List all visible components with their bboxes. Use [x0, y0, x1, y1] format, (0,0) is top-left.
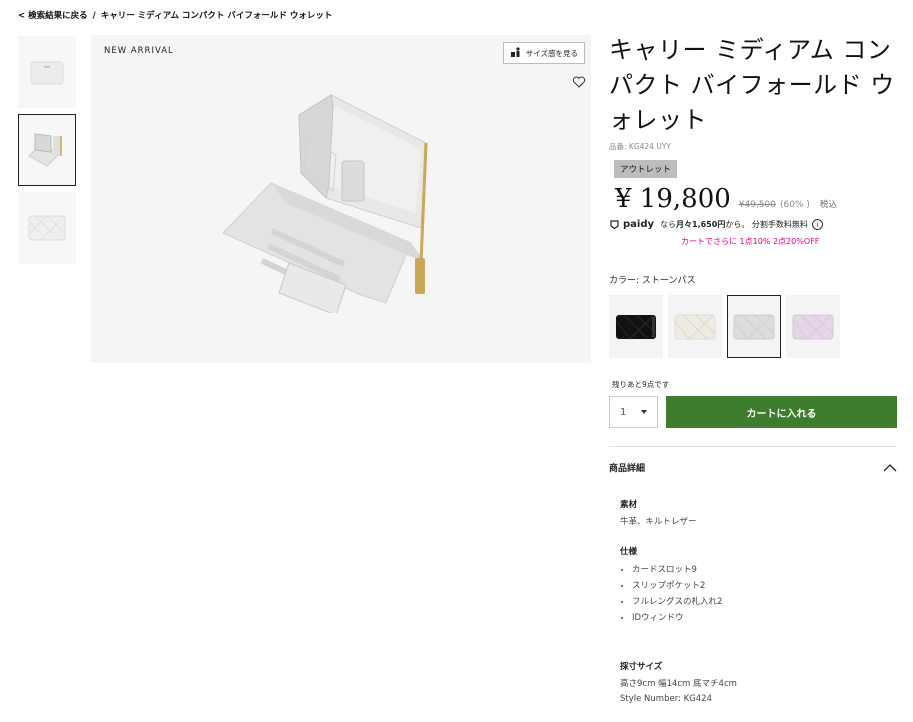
paidy-monthly-amount: 月々1,650円: [676, 220, 726, 229]
paidy-mark-icon: [610, 220, 619, 230]
size-guide-label: サイズ感を見る: [525, 48, 578, 58]
cart-row: 1 カートに入れる: [609, 396, 897, 428]
quantity-value: 1: [620, 406, 627, 418]
paidy-logo: paidy: [609, 219, 654, 230]
breadcrumb-separator: /: [92, 11, 96, 21]
thumbnail-2[interactable]: [18, 114, 76, 186]
product-title: キャリー ミディアム コンパクト バイフォールド ウォレット: [609, 36, 895, 134]
size-text: 高さ9cm 幅14cm 底マチ4cm: [620, 679, 737, 689]
wallet-photo: [222, 94, 428, 313]
spec-heading: 仕様: [620, 547, 638, 557]
sale-price: ¥ 19,800: [615, 184, 731, 214]
chevron-up-icon: [883, 463, 897, 471]
size-heading: 採寸サイズ: [620, 662, 663, 672]
list-item: IDウィンドウ: [632, 610, 897, 626]
list-item: フルレングスの札入れ2: [632, 594, 897, 610]
stock-status: 残りあと9点です: [612, 380, 670, 389]
material-text: 牛革、キルトレザー: [620, 517, 697, 527]
paidy-logo-text: paidy: [623, 219, 655, 230]
chevron-down-icon: [641, 410, 647, 414]
new-arrival-badge: NEW ARRIVAL: [104, 46, 174, 56]
material-heading: 素材: [620, 500, 638, 510]
thumbnail-1[interactable]: [18, 36, 76, 108]
cart-promo: カートでさらに 1点10% 2点20%OFF: [681, 237, 820, 246]
tax-label: 税込: [819, 200, 837, 210]
paidy-text-post: から。 分割手数料無料: [725, 220, 808, 229]
thumbnail-list: [18, 36, 76, 270]
heart-icon[interactable]: [572, 75, 586, 89]
size-figure-icon: [510, 46, 522, 60]
info-icon[interactable]: i: [811, 219, 823, 230]
divider: [609, 446, 897, 447]
main-product-image: NEW ARRIVAL サイズ感を見る: [91, 35, 591, 363]
thumbnail-3[interactable]: [18, 192, 76, 264]
color-label: カラー: ストーンパス: [609, 276, 696, 286]
back-to-results-link[interactable]: < 検索結果に戻る: [18, 11, 88, 21]
list-item: スリップポケット2: [632, 578, 897, 594]
size-guide-button[interactable]: サイズ感を見る: [502, 42, 585, 64]
original-price: ¥49,500: [738, 200, 776, 210]
details-toggle[interactable]: 商品詳細: [609, 461, 897, 474]
outlet-badge: アウトレット: [614, 160, 678, 178]
list-item: カードスロット9: [632, 562, 897, 578]
swatch-stone[interactable]: [727, 295, 781, 358]
swatch-black[interactable]: [609, 295, 663, 358]
discount-percent: (60% ): [780, 200, 810, 210]
breadcrumb-current: キャリー ミディアム コンパクト バイフォールド ウォレット: [100, 11, 333, 21]
price-row: ¥ 19,800 ¥49,500 (60% ) 税込: [615, 184, 897, 214]
add-to-cart-button[interactable]: カートに入れる: [666, 396, 897, 428]
spec-list: カードスロット9 スリップポケット2 フルレングスの札入れ2 IDウィンドウ: [632, 562, 897, 626]
details-body: 素材 牛革、キルトレザー 仕様 カードスロット9 スリップポケット2 フルレング…: [620, 498, 897, 704]
color-swatches: [609, 295, 897, 358]
breadcrumb: < 検索結果に戻る / キャリー ミディアム コンパクト バイフォールド ウォレット: [18, 9, 332, 21]
paidy-text-pre: なら: [660, 220, 677, 229]
product-info: キャリー ミディアム コンパクト バイフォールド ウォレット 品番: KG424…: [609, 33, 897, 704]
swatch-lilac[interactable]: [786, 295, 840, 358]
details-heading: 商品詳細: [609, 464, 646, 474]
style-number: Style Number: KG424: [620, 694, 712, 704]
quantity-select[interactable]: 1: [609, 396, 658, 428]
paidy-installment: paidy なら 月々1,650円 から。 分割手数料無料 i: [609, 219, 897, 230]
swatch-cream[interactable]: [668, 295, 722, 358]
product-sku: 品番: KG424 UYY: [609, 142, 671, 151]
